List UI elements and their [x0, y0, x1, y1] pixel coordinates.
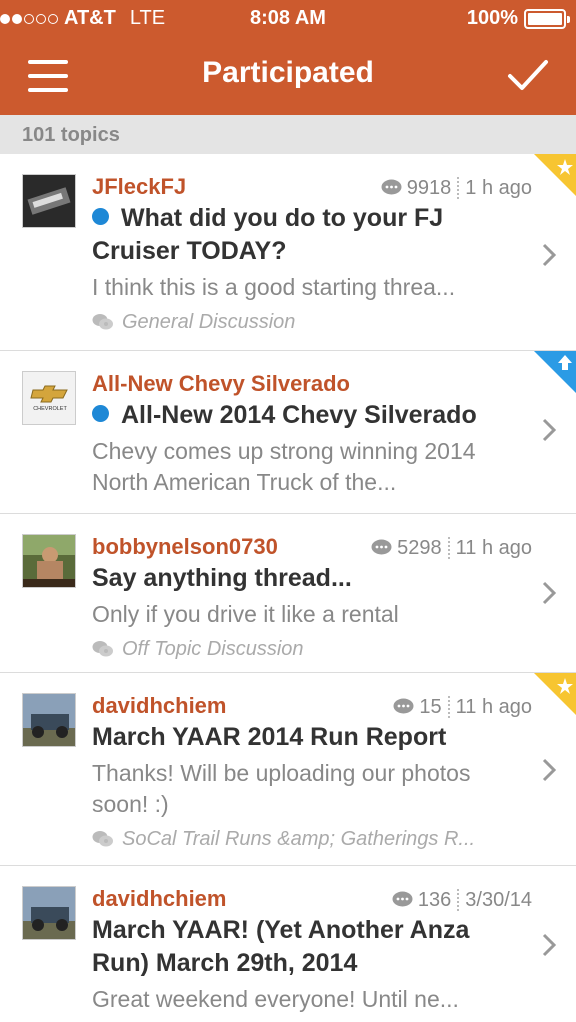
- topic-meta: 5298 11 h ago: [371, 534, 532, 562]
- battery-icon: [524, 8, 570, 29]
- up-arrow-badge-icon: [534, 351, 576, 393]
- comment-icon: [392, 891, 413, 907]
- topic-title: What did you do to your FJ Cruiser TODAY…: [92, 204, 444, 265]
- unread-dot-icon: [92, 208, 109, 225]
- topic-category: SoCal Trail Runs &amp; Gatherings R...: [92, 826, 526, 852]
- forum-icon: [92, 831, 113, 847]
- topic-row[interactable]: davidhchiem 136 3/30/14 March YAAR! (Yet…: [0, 866, 576, 1022]
- forum-icon: [92, 641, 113, 657]
- topic-category: General Discussion: [92, 309, 526, 335]
- reply-count: 136: [417, 888, 452, 911]
- topic-row[interactable]: CHEVROLET All-New Chevy Silverado All-Ne…: [0, 351, 576, 514]
- topic-meta: 15 11 h ago: [393, 693, 532, 721]
- topic-meta: 9918 1 h ago: [381, 174, 532, 202]
- avatar: CHEVROLET: [22, 371, 76, 425]
- star-badge-icon: [534, 673, 576, 715]
- chevron-right-icon: [542, 581, 557, 605]
- chevron-right-icon: [542, 758, 557, 782]
- topic-author: All-New Chevy Silverado: [92, 371, 350, 396]
- topic-time: 3/30/14: [465, 888, 532, 911]
- topic-title: Say anything thread...: [92, 564, 352, 592]
- topic-list: JFleckFJ 9918 1 h ago What did you do to…: [0, 154, 576, 1022]
- avatar: [22, 534, 76, 588]
- topic-snippet: Only if you drive it like a rental: [92, 601, 399, 627]
- forum-icon: [92, 314, 113, 330]
- battery-percent: 100%: [466, 7, 518, 29]
- star-badge-icon: [534, 154, 576, 196]
- topic-snippet: I think this is a good starting threa...: [92, 274, 456, 300]
- topic-snippet: Thanks! Will be uploading our photos soo…: [92, 760, 471, 817]
- topic-title: March YAAR 2014 Run Report: [92, 723, 447, 751]
- topic-row[interactable]: bobbynelson0730 5298 11 h ago Say anythi…: [0, 514, 576, 673]
- topic-title: March YAAR! (Yet Another Anza Run) March…: [92, 916, 470, 977]
- svg-text:CHEVROLET: CHEVROLET: [33, 406, 67, 412]
- topic-meta: 136 3/30/14: [392, 886, 532, 914]
- avatar: [22, 174, 76, 228]
- chevron-right-icon: [542, 933, 557, 957]
- topic-snippet: Great weekend everyone! Until ne...: [92, 986, 459, 1012]
- chevron-right-icon: [542, 418, 557, 442]
- topic-time: 1 h ago: [465, 176, 532, 199]
- topic-time: 11 h ago: [455, 536, 532, 559]
- nav-bar: Participated: [0, 38, 576, 115]
- comment-icon: [381, 179, 402, 195]
- reply-count: 5298: [397, 536, 442, 559]
- topic-category: Off Topic Discussion: [92, 636, 526, 662]
- chevron-right-icon: [542, 243, 557, 267]
- topic-title: All-New 2014 Chevy Silverado: [92, 399, 526, 432]
- topic-row[interactable]: JFleckFJ 9918 1 h ago What did you do to…: [0, 154, 576, 351]
- avatar: [22, 886, 76, 940]
- status-bar: AT&T LTE 8:08 AM 100%: [0, 0, 576, 38]
- topic-time: 11 h ago: [455, 695, 532, 718]
- avatar: [22, 693, 76, 747]
- comment-icon: [371, 539, 392, 555]
- page-title: Participated: [202, 56, 374, 89]
- checkmark-icon[interactable]: [506, 56, 550, 96]
- unread-dot-icon: [92, 405, 109, 422]
- comment-icon: [393, 698, 414, 714]
- reply-count: 9918: [406, 176, 452, 199]
- topic-count: 101 topics: [0, 115, 576, 154]
- topic-row[interactable]: davidhchiem 15 11 h ago March YAAR 2014 …: [0, 673, 576, 866]
- reply-count: 15: [419, 695, 442, 718]
- topic-snippet: Chevy comes up strong winning 2014 North…: [92, 438, 476, 495]
